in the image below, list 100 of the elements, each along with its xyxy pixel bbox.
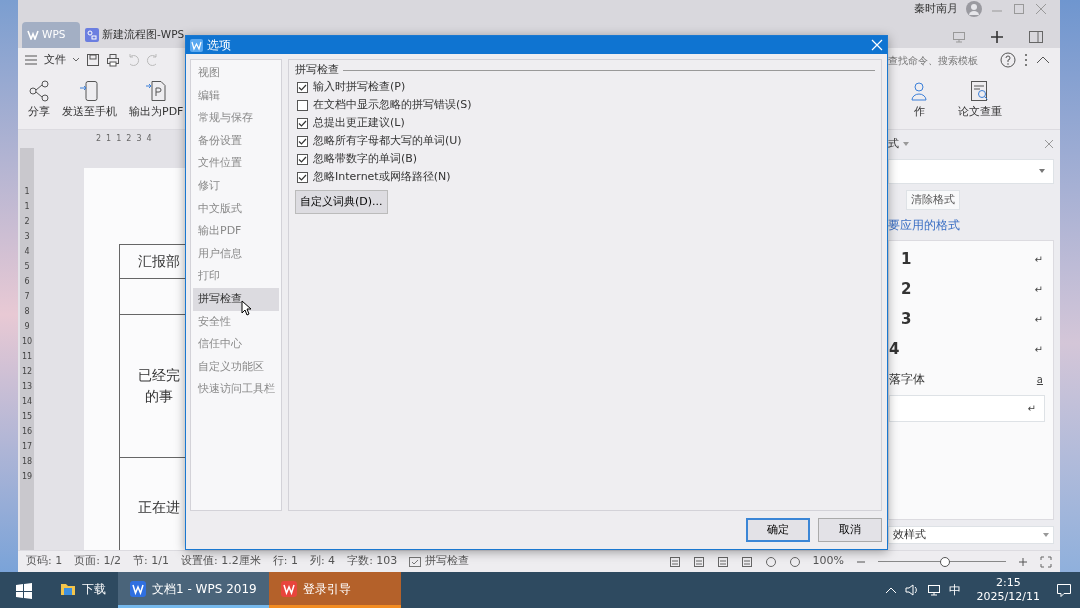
ime-indicator[interactable]: 中 [948,581,961,599]
return-mark: ↵ [1027,402,1036,416]
nav-item[interactable]: 备份设置 [193,129,279,153]
ribbon-button[interactable]: 输出为PDF [123,80,190,121]
style-filter-dropdown[interactable]: 效样式 [888,526,1054,544]
nav-item[interactable]: 快速访问工具栏 [193,378,279,401]
nav-item[interactable]: 修订 [193,174,279,198]
checkbox[interactable] [297,100,308,111]
save-icon[interactable] [86,53,100,67]
style-item[interactable]: 4 ↵ [889,335,1043,363]
dialog-button[interactable]: 确定 [746,518,810,542]
chevron-up-icon[interactable] [884,585,897,595]
ruler-number: 5 [24,263,30,271]
nav-item[interactable]: 中文版式 [193,197,279,221]
ruler-number: 1 [24,188,30,196]
nav-item[interactable]: 信任中心 [193,333,279,356]
status-text[interactable]: 拼写检查 [425,553,470,570]
collapse-icon[interactable] [1036,55,1050,65]
windows-start-icon[interactable] [16,582,32,599]
ruler-number: 15 [21,413,33,421]
ruler-number: 1 [24,203,30,211]
ruler-number: 6 [24,278,30,286]
ribbon-button[interactable]: 分享 [22,80,56,121]
slider-thumb[interactable] [939,556,950,567]
table-cell-text: 正在进 [137,498,180,517]
ruler-number: 7 [24,293,30,301]
ribbon-button[interactable]: 论文查重 [952,80,1008,121]
share-icon [28,80,50,103]
table-cell-text: 汇报部 [137,252,180,271]
checkbox-option[interactable]: 输入时拼写检查(P) [295,78,875,97]
file-menu[interactable]: 文件 [44,51,66,69]
taskbar-item[interactable]: 文档1 - WPS 2019 [118,572,269,608]
ruler-number: 1 [106,133,112,145]
ruler-number: 11 [21,353,33,361]
group-title: 拼写检查 [295,62,339,78]
dialog-button[interactable]: 取消 [818,518,882,542]
zoom-level: 100% [812,553,844,570]
return-mark: ↵ [1034,252,1043,267]
help-icon[interactable] [1000,52,1016,68]
nav-item[interactable]: 安全性 [193,310,279,334]
status-text: 字数: 103 [347,553,398,570]
ruler-number: 3 [24,233,30,241]
checkbox-option[interactable]: 忽略Internet或网络路径(N) [295,168,875,187]
checkbox-option[interactable]: 忽略带数字的单词(B) [295,150,875,169]
style-item[interactable]: 2 ↵ [889,275,1043,303]
window-tab[interactable]: 新建流程图-WPS [80,22,190,48]
document-icon [145,80,168,103]
style-item[interactable]: 3 ↵ [889,305,1043,333]
clock-time[interactable]: 2:15 [995,576,1021,590]
font-mark: a [1036,372,1043,387]
nav-item[interactable]: 编辑 [193,84,279,108]
fullscreen-icon[interactable] [1040,555,1052,568]
nav-item[interactable]: 视图 [193,62,279,85]
checkbox[interactable] [297,172,308,183]
notification-icon[interactable] [1056,583,1072,597]
taskbar-item[interactable]: 登录引导 [268,572,401,608]
taskbar-item[interactable]: 下载 [48,572,118,608]
nav-item[interactable]: 用户信息 [193,242,279,266]
checkbox-option[interactable]: 总提出更正建议(L) [295,114,875,133]
spell-check-icon[interactable] [409,556,422,567]
wps-logo-icon [27,30,39,40]
ruler-number: 19 [21,473,33,481]
status-text: 页面: 1/2 [74,553,122,570]
checkbox[interactable] [297,118,308,129]
more-icon[interactable] [1024,53,1028,67]
checkbox[interactable] [297,154,308,165]
ruler-number: 3 [136,133,142,145]
search-field[interactable]: 查找命令、搜索模板 [888,52,988,68]
style-input[interactable]: ↵ [889,395,1045,422]
ruler-number: 2 [126,133,132,145]
nav-item[interactable]: 输出PDF [193,220,279,243]
ribbon-button[interactable]: 作 [902,80,936,121]
page-view-icon[interactable] [668,555,681,568]
caret-icon[interactable] [903,141,909,148]
zoom-in-icon[interactable] [1018,556,1028,567]
ribbon-button[interactable]: 发送至手机 [56,80,123,121]
checkbox[interactable] [297,82,308,93]
checkbox-option[interactable]: 忽略所有字母都大写的单词(U) [295,132,875,151]
clear-format-button[interactable]: 清除格式 [906,189,960,210]
plus-icon[interactable] [990,30,1004,44]
custom-dictionary-button[interactable]: 自定义词典(D)... [295,189,388,214]
status-text: 设置值: 1.2厘米 [181,553,261,570]
ruler-number: 1 [116,133,122,145]
checkbox[interactable] [297,136,308,147]
style-item[interactable]: 落字体 a [889,365,1043,393]
dialog-title: 选项 [207,37,231,54]
nav-item[interactable]: 打印 [193,265,279,288]
nav-item[interactable]: 常规与保存 [193,107,279,130]
nav-item[interactable]: 自定义功能区 [193,355,279,379]
speaker-icon[interactable] [904,584,919,596]
checkbox-option[interactable]: 在文档中显示忽略的拼写错误(S) [295,96,875,115]
clock-date[interactable]: 2025/12/11 [976,590,1040,604]
print-icon[interactable] [106,53,120,67]
sidebar-icon[interactable] [1028,30,1044,44]
close-icon[interactable] [1044,139,1054,150]
caret-icon[interactable] [72,56,80,64]
style-item[interactable]: 1 ↵ [889,245,1043,273]
return-mark: ↵ [1034,342,1043,357]
zoom-slider[interactable] [878,555,1006,568]
nav-item[interactable]: 文件位置 [193,152,279,175]
